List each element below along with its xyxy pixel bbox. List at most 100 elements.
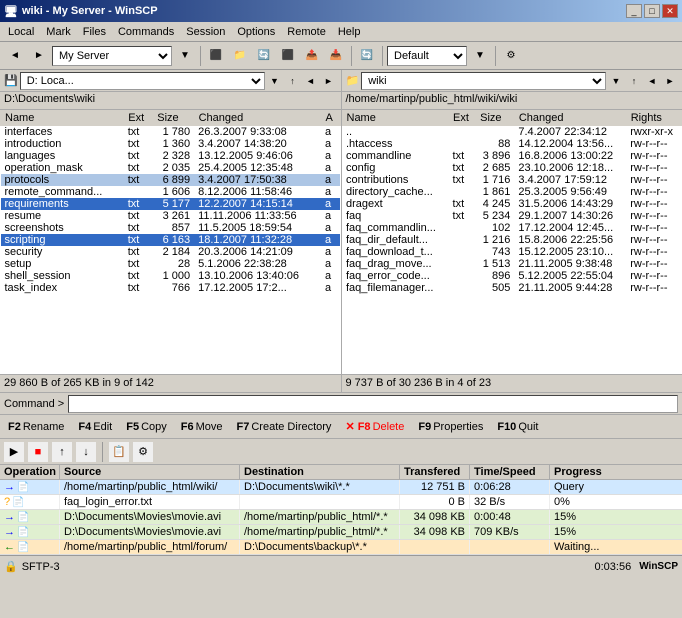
left-col-changed[interactable]: Changed — [194, 111, 321, 126]
right-file-row[interactable]: faq_download_t... 743 15.12.2005 23:10..… — [342, 246, 682, 258]
left-file-row[interactable]: protocols txt 6 899 3.4.2007 17:50:38 a — [1, 174, 341, 186]
right-file-row[interactable]: faq_commandlin... 102 17.12.2004 12:45..… — [342, 222, 682, 234]
server-selector[interactable]: My Server — [52, 46, 172, 66]
right-file-row[interactable]: config txt 2 685 23.10.2006 12:18... rw-… — [342, 162, 682, 174]
minimize-button[interactable]: _ — [626, 4, 642, 18]
stop-button[interactable]: ■ — [28, 442, 48, 462]
right-col-ext[interactable]: Ext — [449, 111, 476, 126]
right-file-row[interactable]: commandline txt 3 896 16.8.2006 13:00:22… — [342, 150, 682, 162]
menu-commands[interactable]: Commands — [112, 24, 180, 40]
left-panel-scroll[interactable]: Name Ext Size Changed A interfaces txt 1… — [0, 110, 341, 374]
right-file-row[interactable]: .htaccess 88 14.12.2004 13:56... rw-r--r… — [342, 138, 682, 150]
left-file-row[interactable]: requirements txt 5 177 12.2.2007 14:15:1… — [1, 198, 341, 210]
right-addr-go[interactable]: ▼ — [608, 73, 624, 89]
left-file-row[interactable]: resume txt 3 261 11.11.2006 11:33:56 a — [1, 210, 341, 222]
left-col-attr[interactable]: A — [321, 111, 340, 126]
tb-btn-2[interactable]: 📁 — [229, 45, 251, 67]
transfer-row[interactable]: ? 📄 faq_login_error.txt 0 B 32 B/s 0% — [0, 495, 682, 510]
transfer-row[interactable]: → 📄 D:\Documents\Movies\movie.avi /home/… — [0, 510, 682, 525]
right-file-row[interactable]: directory_cache... 1 861 25.3.2005 9:56:… — [342, 186, 682, 198]
right-file-row[interactable]: faq_dir_default... 1 216 15.8.2006 22:25… — [342, 234, 682, 246]
tb-btn-3[interactable]: 🔄 — [253, 45, 275, 67]
right-col-name[interactable]: Name — [342, 111, 449, 126]
right-file-row[interactable]: contributions txt 1 716 3.4.2007 17:59:1… — [342, 174, 682, 186]
left-file-row[interactable]: security txt 2 184 20.3.2006 14:21:09 a — [1, 246, 341, 258]
left-file-row[interactable]: languages txt 2 328 13.12.2005 9:46:06 a — [1, 150, 341, 162]
left-col-ext[interactable]: Ext — [124, 111, 153, 126]
right-up-button[interactable]: ↑ — [626, 73, 642, 89]
back-button[interactable]: ◄ — [4, 45, 26, 67]
tb-btn-5[interactable]: 📤 — [301, 45, 323, 67]
left-file-row[interactable]: operation_mask txt 2 035 25.4.2005 12:35… — [1, 162, 341, 174]
settings-gear-button[interactable]: ⚙ — [133, 442, 153, 462]
left-path: D:\Documents\wiki — [0, 92, 342, 109]
menu-files[interactable]: Files — [77, 24, 112, 40]
left-file-row[interactable]: setup txt 28 5.1.2006 22:38:28 a — [1, 258, 341, 270]
fn-copy[interactable]: F5 Copy — [122, 418, 171, 436]
right-file-row[interactable]: dragext txt 4 245 31.5.2006 14:43:29 rw-… — [342, 198, 682, 210]
right-file-row[interactable]: faq_filemanager... 505 21.11.2005 9:44:2… — [342, 282, 682, 294]
left-addr-combo[interactable]: D: Loca... — [20, 72, 265, 90]
transfer-op: → 📄 — [0, 510, 60, 524]
tb-btn-4[interactable]: ⬛ — [277, 45, 299, 67]
file-name: config — [342, 162, 449, 174]
left-file-row[interactable]: scripting txt 6 163 18.1.2007 11:32:28 a — [1, 234, 341, 246]
right-col-rights[interactable]: Rights — [626, 111, 681, 126]
close-button[interactable]: ✕ — [662, 4, 678, 18]
fn-delete[interactable]: ✕ F8 Delete — [341, 417, 408, 436]
right-col-changed[interactable]: Changed — [514, 111, 626, 126]
left-file-row[interactable]: shell_session txt 1 000 13.10.2006 13:40… — [1, 270, 341, 282]
up-button[interactable]: ↑ — [52, 442, 72, 462]
menu-mark[interactable]: Mark — [40, 24, 76, 40]
left-fwd-button[interactable]: ► — [321, 73, 337, 89]
left-col-size[interactable]: Size — [153, 111, 194, 126]
left-file-row[interactable]: introduction txt 1 360 3.4.2007 14:38:20… — [1, 138, 341, 150]
left-back-button[interactable]: ◄ — [303, 73, 319, 89]
right-file-row[interactable]: .. 7.4.2007 22:34:12 rwxr-xr-x — [342, 126, 682, 139]
right-fwd-button[interactable]: ► — [662, 73, 678, 89]
menu-local[interactable]: Local — [2, 24, 40, 40]
right-file-row[interactable]: faq txt 5 234 29.1.2007 14:30:26 rw-r--r… — [342, 210, 682, 222]
left-up-button[interactable]: ↑ — [285, 73, 301, 89]
fn-move[interactable]: F6 Move — [177, 418, 227, 436]
profile-dropdown[interactable]: ▼ — [469, 45, 491, 67]
menu-help[interactable]: Help — [332, 24, 367, 40]
menu-session[interactable]: Session — [180, 24, 231, 40]
right-col-size[interactable]: Size — [476, 111, 515, 126]
fn-rename[interactable]: F2 Rename — [4, 418, 68, 436]
left-file-row[interactable]: screenshots txt 857 11.5.2005 18:59:54 a — [1, 222, 341, 234]
down-button[interactable]: ↓ — [76, 442, 96, 462]
cmdline-input[interactable] — [68, 395, 678, 413]
file-name: interfaces — [1, 126, 124, 139]
play-button[interactable]: ▶ — [4, 442, 24, 462]
transfer-row[interactable]: → 📄 /home/martinp/public_html/wiki/ D:\D… — [0, 480, 682, 495]
left-file-row[interactable]: remote_command... 1 606 8.12.2006 11:58:… — [1, 186, 341, 198]
profile-selector[interactable]: Default — [387, 46, 467, 66]
left-file-row[interactable]: interfaces txt 1 780 26.3.2007 9:33:08 a — [1, 126, 341, 139]
dropdown-button[interactable]: ▼ — [174, 45, 196, 67]
right-file-row[interactable]: faq_error_code... 896 5.12.2005 22:55:04… — [342, 270, 682, 282]
maximize-button[interactable]: □ — [644, 4, 660, 18]
right-file-row[interactable]: faq_drag_move... 1 513 21.11.2005 9:38:4… — [342, 258, 682, 270]
menu-options[interactable]: Options — [231, 24, 281, 40]
menu-remote[interactable]: Remote — [281, 24, 332, 40]
transfer-time: 709 KB/s — [470, 525, 550, 539]
fn-quit[interactable]: F10 Quit — [493, 418, 542, 436]
tb-btn-7[interactable]: 🔄 — [356, 45, 378, 67]
left-col-name[interactable]: Name — [1, 111, 124, 126]
tb-btn-1[interactable]: ⬛ — [205, 45, 227, 67]
left-file-row[interactable]: task_index txt 766 17.12.2005 17:2... a — [1, 282, 341, 294]
right-back-button[interactable]: ◄ — [644, 73, 660, 89]
transfer-row[interactable]: ← 📄 /home/martinp/public_html/forum/ D:\… — [0, 540, 682, 555]
fn-edit[interactable]: F4 Edit — [74, 418, 116, 436]
settings-button[interactable]: ⚙ — [500, 45, 522, 67]
forward-button[interactable]: ► — [28, 45, 50, 67]
fn-props[interactable]: F9 Properties — [414, 418, 487, 436]
tb-btn-6[interactable]: 📥 — [325, 45, 347, 67]
right-panel-scroll[interactable]: Name Ext Size Changed Rights .. 7.4.2007… — [342, 110, 682, 374]
transfer-row[interactable]: → 📄 D:\Documents\Movies\movie.avi /home/… — [0, 525, 682, 540]
right-addr-combo[interactable]: wiki — [361, 72, 606, 90]
left-addr-go[interactable]: ▼ — [267, 73, 283, 89]
copy-queue-button[interactable]: 📋 — [109, 442, 129, 462]
fn-mkdir[interactable]: F7 Create Directory — [233, 418, 336, 436]
